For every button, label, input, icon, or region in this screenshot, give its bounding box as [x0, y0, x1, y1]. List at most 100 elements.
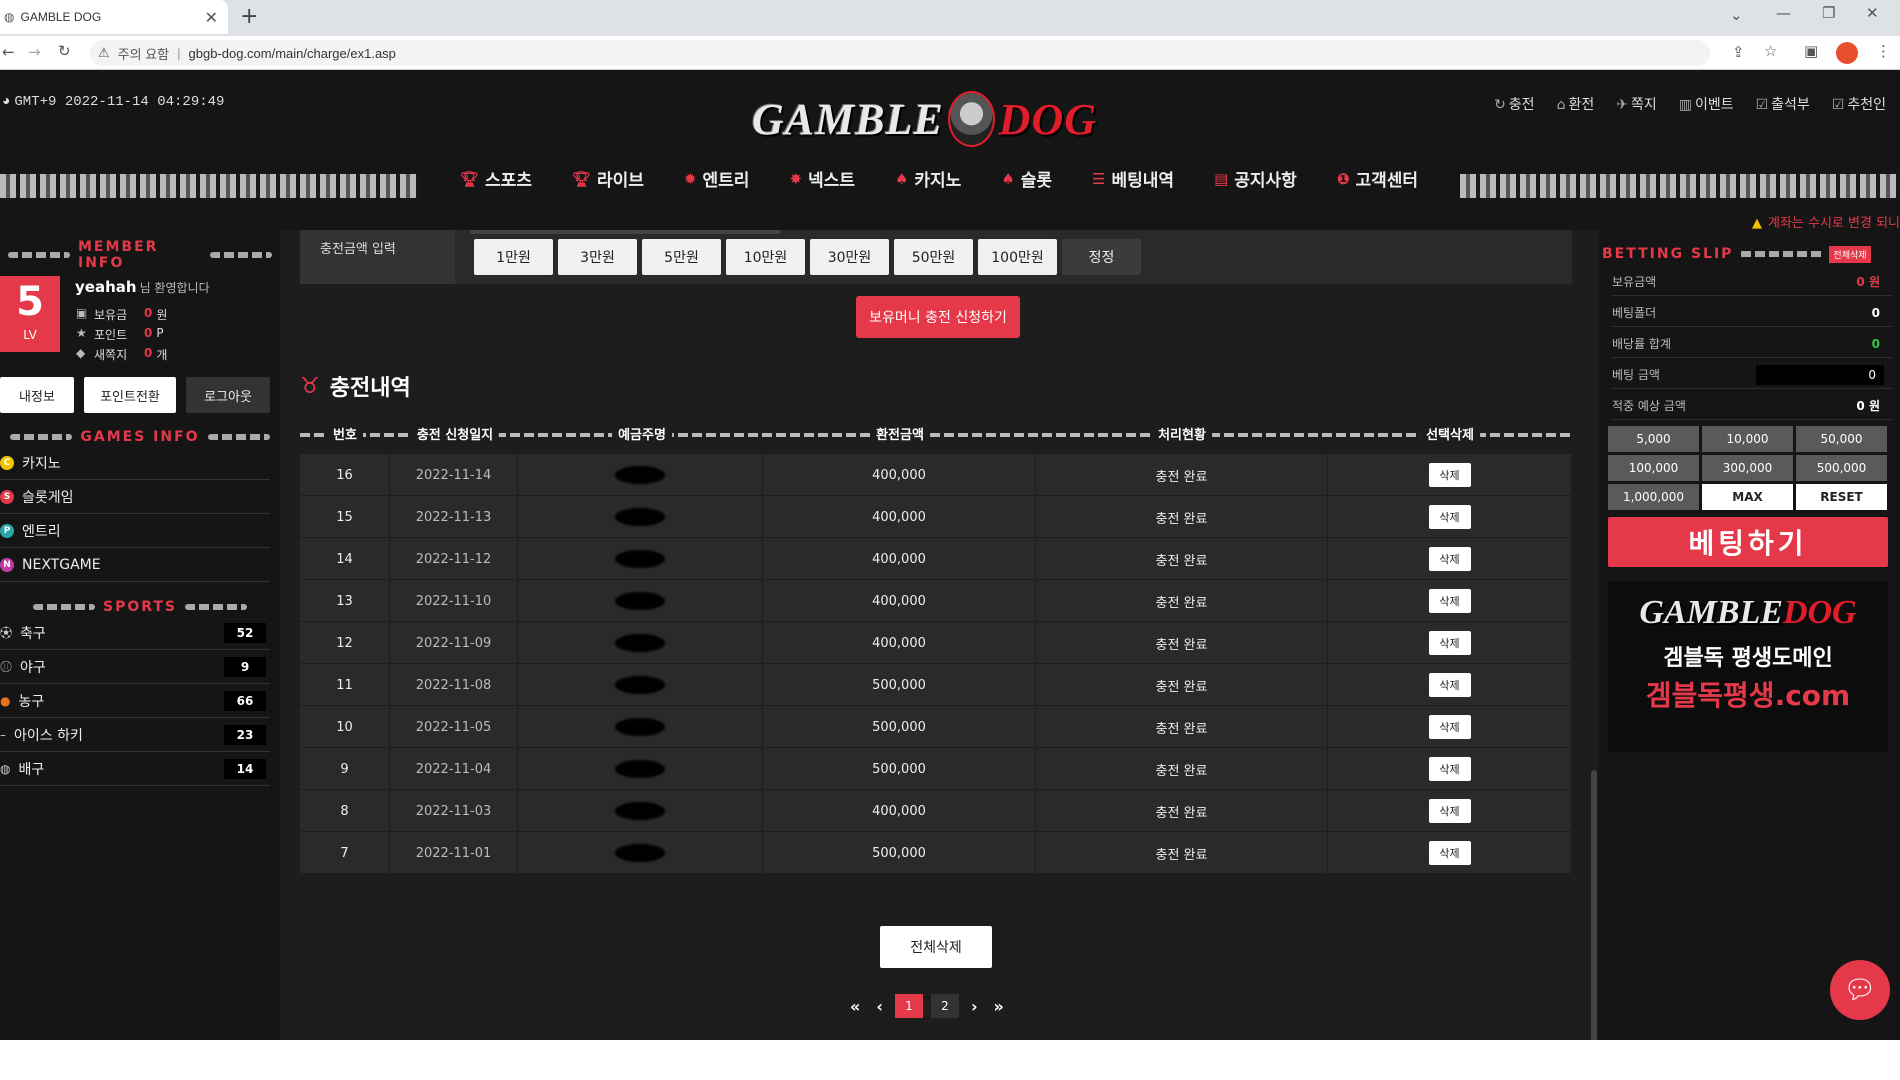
amount-50man-button[interactable]: 50만원 — [894, 239, 973, 275]
delete-row-button[interactable]: 삭제 — [1428, 505, 1471, 529]
sport-basketball[interactable]: ● 농구 66 — [0, 684, 270, 718]
delete-row-button[interactable]: 삭제 — [1428, 715, 1471, 739]
page-2[interactable]: 2 — [930, 994, 959, 1018]
logout-button[interactable]: 로그아웃 — [186, 377, 270, 413]
chip-10000[interactable]: 10,000 — [1702, 426, 1793, 452]
prev-page-icon[interactable]: ‹ — [872, 997, 887, 1016]
delete-row-button[interactable]: 삭제 — [1428, 631, 1471, 655]
delete-row-button[interactable]: 삭제 — [1428, 547, 1471, 571]
forward-icon[interactable]: → — [28, 43, 41, 61]
bet-amount-input[interactable]: 0 — [1756, 365, 1884, 385]
chip-500000[interactable]: 500,000 — [1796, 455, 1887, 481]
nav-support[interactable]: ❶ 고객센터 — [1317, 166, 1438, 192]
nav-next[interactable]: ✸ 넥스트 — [769, 166, 875, 192]
url-field[interactable]: ⚠ 주의 요함 | gbgb-dog.com/main/charge/ex1.a… — [90, 40, 1710, 66]
chip-1000000[interactable]: 1,000,000 — [1608, 484, 1699, 510]
amount-30man-button[interactable]: 30만원 — [810, 239, 889, 275]
minimize-icon[interactable]: — — [1776, 4, 1791, 22]
reload-icon[interactable]: ↻ — [58, 42, 71, 60]
nav-casino[interactable]: ♠ 카지노 — [875, 166, 981, 192]
cell-amount: 400,000 — [763, 538, 1036, 580]
sport-count: 23 — [224, 725, 266, 745]
cell-status: 충전 완료 — [1036, 706, 1328, 748]
delete-row-button[interactable]: 삭제 — [1428, 841, 1471, 865]
my-info-button[interactable]: 내정보 — [0, 377, 74, 413]
nav-live[interactable]: 🏆︎ 라이브 — [552, 166, 664, 192]
nav-slot[interactable]: ♠ 슬롯 — [981, 166, 1072, 192]
chevron-down-icon[interactable]: ⌄ — [1730, 6, 1743, 24]
delete-row-button[interactable]: 삭제 — [1428, 463, 1471, 487]
amount-input[interactable] — [470, 230, 780, 234]
sport-soccer[interactable]: ⚽︎ 축구 52 — [0, 616, 270, 650]
document-icon: ▤ — [1214, 169, 1229, 188]
game-casino[interactable]: C 카지노 — [0, 446, 270, 480]
avatar[interactable] — [1836, 42, 1858, 64]
sport-icehockey[interactable]: – 아이스 하키 23 — [0, 718, 270, 752]
delete-all-button[interactable]: 전체삭제 — [880, 926, 992, 968]
security-label[interactable]: 주의 요함 — [118, 44, 169, 63]
toplink-message[interactable]: ✈ 쪽지 — [1616, 94, 1657, 114]
amount-10man-button[interactable]: 10만원 — [726, 239, 805, 275]
chat-button[interactable]: 💬︎ — [1830, 960, 1890, 1020]
new-tab-button[interactable]: + — [240, 4, 258, 29]
amount-1man-button[interactable]: 1만원 — [474, 239, 553, 275]
nav-bet-history[interactable]: ☰ 베팅내역 — [1072, 166, 1194, 192]
sidepanel-icon[interactable]: ▣ — [1804, 42, 1818, 60]
nav-sports[interactable]: 🏆︎ 스포츠 — [440, 166, 552, 192]
toplink-attendance[interactable]: ☑ 출석부 — [1756, 94, 1810, 114]
star-icon[interactable]: ☆ — [1764, 42, 1777, 60]
sports-title: SPORTS — [0, 596, 280, 618]
message-row: ◆ 새쪽지 0 개 — [76, 346, 168, 362]
table-row: 13 2022-11-10 400,000 충전 완료 삭제 — [300, 580, 1572, 622]
share-icon[interactable]: ⇪ — [1732, 43, 1745, 61]
cell-amount: 500,000 — [763, 748, 1036, 790]
sport-volleyball[interactable]: ◍ 배구 14 — [0, 752, 270, 786]
chip-300000[interactable]: 300,000 — [1702, 455, 1793, 481]
delete-row-button[interactable]: 삭제 — [1428, 673, 1471, 697]
next-page-icon[interactable]: › — [967, 997, 982, 1016]
chip-max[interactable]: MAX — [1702, 484, 1793, 510]
first-page-icon[interactable]: « — [846, 997, 864, 1016]
betting-slip-title: BETTING SLIP 전체삭제 — [1598, 244, 1900, 264]
toplink-withdraw[interactable]: ⌂ 환전 — [1557, 94, 1595, 114]
charge-request-button[interactable]: 보유머니 충전 신청하기 — [856, 296, 1020, 338]
restore-icon[interactable]: ❐ — [1822, 4, 1835, 22]
game-entry[interactable]: P 엔트리 — [0, 514, 270, 548]
amount-3man-button[interactable]: 3만원 — [558, 239, 637, 275]
delete-row-button[interactable]: 삭제 — [1428, 589, 1471, 613]
toplink-event[interactable]: ▥ 이벤트 — [1679, 94, 1734, 114]
delete-row-button[interactable]: 삭제 — [1428, 799, 1471, 823]
amount-5man-button[interactable]: 5만원 — [642, 239, 721, 275]
place-bet-button[interactable]: 베팅하기 — [1608, 517, 1888, 567]
game-nextgame[interactable]: N NEXTGAME — [0, 548, 270, 582]
menu-icon[interactable]: ⋮ — [1876, 42, 1891, 60]
point-convert-button[interactable]: 포인트전환 — [84, 377, 176, 413]
page-1[interactable]: 1 — [894, 994, 923, 1018]
clear-all-button[interactable]: 전체삭제 — [1829, 245, 1871, 263]
amount-reset-button[interactable]: 정정 — [1062, 239, 1141, 275]
site-logo[interactable]: GAMBLE DOG — [752, 84, 1097, 154]
game-slot[interactable]: S 슬롯게임 — [0, 480, 270, 514]
delete-row-button[interactable]: 삭제 — [1428, 757, 1471, 781]
cell-no: 12 — [300, 622, 390, 664]
back-icon[interactable]: ← — [2, 43, 15, 61]
toplink-referral[interactable]: ☑ 추천인 — [1832, 94, 1886, 114]
chip-50000[interactable]: 50,000 — [1796, 426, 1887, 452]
close-window-icon[interactable]: ✕ — [1866, 4, 1879, 22]
chip-100000[interactable]: 100,000 — [1608, 455, 1699, 481]
nav-notice[interactable]: ▤ 공지사항 — [1194, 166, 1317, 192]
last-page-icon[interactable]: » — [990, 997, 1008, 1016]
chip-5000[interactable]: 5,000 — [1608, 426, 1699, 452]
toplink-deposit[interactable]: ↻ 충전 — [1494, 94, 1535, 114]
amount-100man-button[interactable]: 100만원 — [978, 239, 1057, 275]
sport-baseball[interactable]: ⚾︎ 야구 9 — [0, 650, 270, 684]
chip-reset[interactable]: RESET — [1796, 484, 1887, 510]
page-scrollbar[interactable] — [1591, 770, 1597, 1040]
banner-logo: GAMBLEDOG — [1639, 594, 1857, 631]
cell-status: 충전 완료 — [1036, 538, 1328, 580]
globe-icon: ◍ — [4, 10, 15, 24]
tab-close-icon[interactable]: ✕ — [205, 8, 218, 28]
browser-tab[interactable]: ◍ GAMBLE DOG ✕ — [0, 0, 228, 34]
cell-no: 7 — [300, 832, 390, 874]
nav-entry[interactable]: ✹ 엔트리 — [664, 166, 770, 192]
